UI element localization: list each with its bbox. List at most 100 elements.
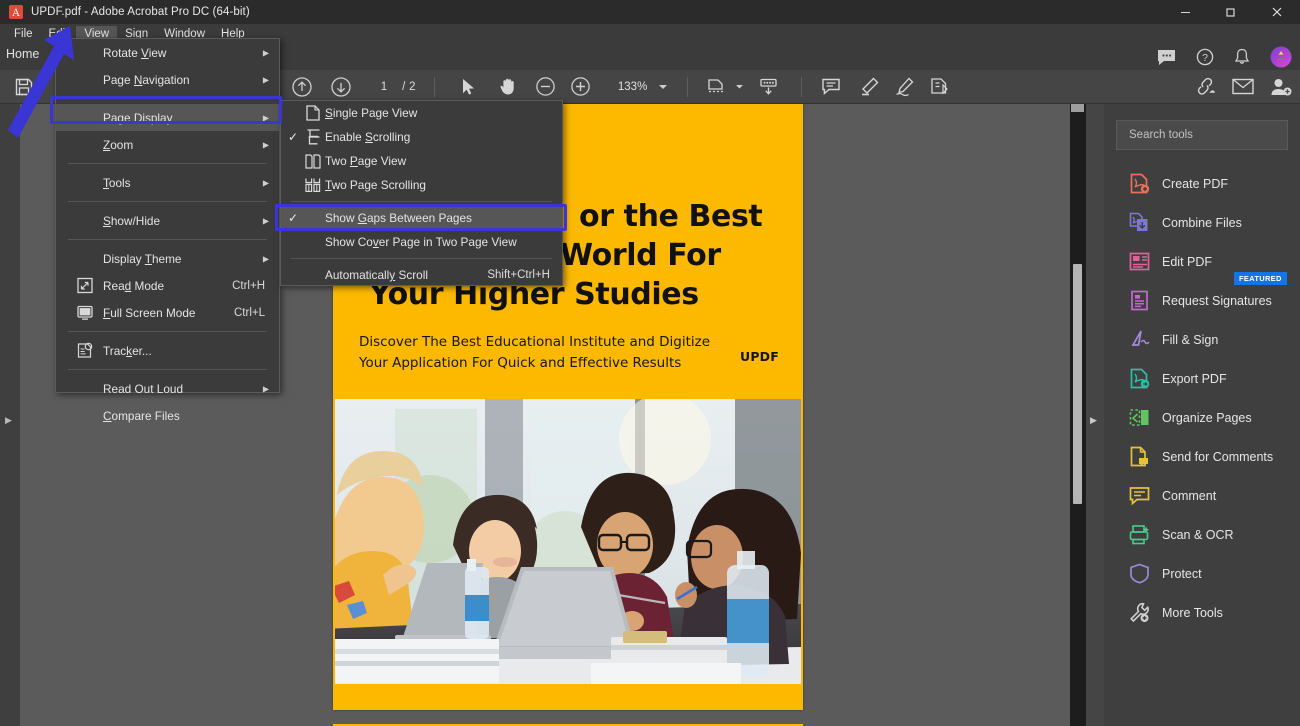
zoom-dropdown-caret[interactable] xyxy=(655,70,672,104)
full-screen-icon xyxy=(76,304,93,321)
menu-divider xyxy=(68,163,267,164)
tool-export-pdf[interactable]: Export PDF xyxy=(1104,359,1300,398)
page-number-field[interactable]: 1 xyxy=(372,70,396,104)
svg-text:A: A xyxy=(11,8,20,19)
menu-item-read-out-loud[interactable]: Read Out Loud ▶ xyxy=(56,375,279,402)
submenu-item-label: Show Gaps Between Pages xyxy=(325,211,472,225)
right-panel-rail[interactable]: ▶ xyxy=(1086,104,1104,726)
zoom-out-icon[interactable] xyxy=(528,70,563,104)
menu-divider xyxy=(68,201,267,202)
menu-item-tracker[interactable]: Tracker... xyxy=(56,337,279,364)
menu-item-compare-files[interactable]: Compare Files xyxy=(56,402,279,429)
scrollbar-top-cap xyxy=(1071,104,1084,112)
window-controls xyxy=(1163,0,1300,24)
menu-item-label: Display Theme xyxy=(103,252,181,266)
tool-label: Create PDF xyxy=(1162,177,1228,191)
next-page-icon[interactable] xyxy=(321,70,360,104)
menu-item-read-mode[interactable]: Read Mode Ctrl+H xyxy=(56,272,279,299)
avatar[interactable] xyxy=(1270,46,1292,68)
menu-file[interactable]: File xyxy=(6,26,41,42)
share-link-icon[interactable] xyxy=(1187,70,1224,104)
zoom-level-value[interactable]: 133% xyxy=(610,70,654,104)
menu-item-page-display[interactable]: Page Display ▶ xyxy=(56,104,279,131)
submenu-item-automatically-scroll[interactable]: Automatically Scroll Shift+Ctrl+H xyxy=(281,263,562,287)
tracker-icon xyxy=(76,342,93,359)
page-total: / 2 xyxy=(396,70,422,104)
menu-item-zoom[interactable]: Zoom ▶ xyxy=(56,131,279,158)
previous-page-icon[interactable] xyxy=(283,70,322,104)
document-scrollbar[interactable] xyxy=(1070,104,1086,726)
save-icon[interactable] xyxy=(0,70,48,104)
menu-item-page-navigation[interactable]: Page Navigation ▶ xyxy=(56,66,279,93)
submenu-item-enable-scrolling[interactable]: ✓ Enable Scrolling xyxy=(281,125,562,149)
tool-more-tools[interactable]: More Tools xyxy=(1104,593,1300,632)
scan-ocr-icon xyxy=(1128,524,1150,546)
document-photo xyxy=(335,399,801,684)
menu-item-label: Full Screen Mode xyxy=(103,306,195,320)
expand-left-panel-icon[interactable]: ▶ xyxy=(5,415,12,426)
menu-item-tools[interactable]: Tools ▶ xyxy=(56,169,279,196)
page-thumbnails-icon[interactable] xyxy=(748,70,789,104)
search-tools-input[interactable]: Search tools xyxy=(1116,120,1288,150)
tool-create-pdf[interactable]: Create PDF xyxy=(1104,164,1300,203)
menu-item-show-hide[interactable]: Show/Hide ▶ xyxy=(56,207,279,234)
request-signatures-icon xyxy=(1128,290,1150,312)
sign-icon[interactable] xyxy=(887,70,922,104)
highlight-icon[interactable] xyxy=(852,70,887,104)
submenu-item-label: Two Page Scrolling xyxy=(325,178,426,192)
submenu-item-single-page-view[interactable]: Single Page View xyxy=(281,101,562,125)
submenu-item-show-gaps-between-pages[interactable]: ✓ Show Gaps Between Pages xyxy=(281,206,562,230)
chevron-right-icon: ▶ xyxy=(263,113,269,122)
tools-panel: Search tools Create PDF xyxy=(1104,104,1300,726)
document-subheading: Discover The Best Educational Institute … xyxy=(359,332,739,374)
menu-item-label: Rotate View xyxy=(103,46,166,60)
tool-protect[interactable]: Protect xyxy=(1104,554,1300,593)
protect-shield-icon xyxy=(1128,563,1150,585)
tool-send-for-comments[interactable]: Send for Comments xyxy=(1104,437,1300,476)
add-person-icon[interactable] xyxy=(1261,70,1300,104)
chevron-right-icon: ▶ xyxy=(263,48,269,57)
menu-divider xyxy=(68,98,267,99)
expand-right-panel-icon[interactable]: ▶ xyxy=(1090,415,1097,426)
send-for-comments-icon xyxy=(1128,446,1150,468)
menu-item-shortcut: Ctrl+L xyxy=(234,307,265,319)
tool-comment[interactable]: Comment xyxy=(1104,476,1300,515)
maximize-icon[interactable] xyxy=(1208,0,1253,24)
bell-icon[interactable] xyxy=(1234,48,1250,66)
hand-tool-icon[interactable] xyxy=(488,70,529,104)
submenu-item-show-cover-page[interactable]: Show Cover Page in Two Page View xyxy=(281,230,562,254)
tool-organize-pages[interactable]: Organize Pages xyxy=(1104,398,1300,437)
tool-scan-and-ocr[interactable]: Scan & OCR xyxy=(1104,515,1300,554)
tool-combine-files[interactable]: Combine Files xyxy=(1104,203,1300,242)
left-navigation-rail[interactable]: ▶ xyxy=(0,104,20,726)
tab-home[interactable]: Home xyxy=(6,47,39,61)
tool-request-signatures[interactable]: FEATURED Request Signatures xyxy=(1104,281,1300,320)
close-icon[interactable] xyxy=(1253,0,1300,24)
scrollbar-thumb[interactable] xyxy=(1073,264,1082,504)
comment-icon[interactable] xyxy=(810,70,852,104)
checkmark-icon: ✓ xyxy=(288,130,298,144)
stamp-icon[interactable] xyxy=(922,70,957,104)
zoom-in-icon[interactable] xyxy=(563,70,598,104)
fit-page-caret[interactable] xyxy=(732,70,749,104)
submenu-divider xyxy=(291,201,552,202)
minimize-icon[interactable] xyxy=(1163,0,1208,24)
menu-item-full-screen-mode[interactable]: Full Screen Mode Ctrl+L xyxy=(56,299,279,326)
menu-item-label: Zoom xyxy=(103,138,133,152)
menu-item-display-theme[interactable]: Display Theme ▶ xyxy=(56,245,279,272)
select-tool-icon[interactable] xyxy=(451,70,488,104)
submenu-item-two-page-scrolling[interactable]: Two Page Scrolling xyxy=(281,173,562,197)
chat-bubble-icon[interactable] xyxy=(1157,49,1176,66)
help-circle-icon[interactable]: ? xyxy=(1196,48,1214,66)
chevron-right-icon: ▶ xyxy=(263,384,269,393)
submenu-item-label: Automatically Scroll xyxy=(325,268,428,282)
email-icon[interactable] xyxy=(1224,70,1261,104)
submenu-item-label: Show Cover Page in Two Page View xyxy=(325,235,517,249)
tool-fill-and-sign[interactable]: Fill & Sign xyxy=(1104,320,1300,359)
fit-page-icon[interactable] xyxy=(700,70,731,104)
menu-item-rotate-view[interactable]: Rotate View ▶ xyxy=(56,39,279,66)
menu-item-label: Page Display xyxy=(103,111,173,125)
submenu-item-two-page-view[interactable]: Two Page View xyxy=(281,149,562,173)
more-tools-icon xyxy=(1128,602,1150,624)
fill-sign-icon xyxy=(1128,329,1150,351)
